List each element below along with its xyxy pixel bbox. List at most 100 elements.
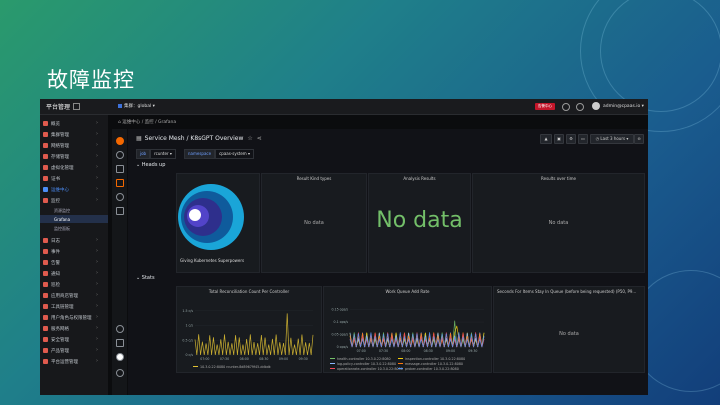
- chevron-right-icon: ›: [96, 325, 98, 331]
- workqueue-panel: Work Queue Add Rate 0 ops/s 0.05 ops/s 0.1…: [323, 286, 492, 373]
- avatar[interactable]: [592, 102, 600, 110]
- add-panel-button[interactable]: ▲: [540, 134, 552, 144]
- chevron-right-icon: ›: [96, 237, 98, 243]
- y-tick-label: 0.05 ops/s: [332, 333, 349, 337]
- app-grid-icon[interactable]: [73, 103, 81, 110]
- breadcrumb-text: 运维中心 / 监控 / Grafana: [122, 120, 177, 125]
- sidebar-item-label: 监控: [51, 198, 60, 204]
- sidebar-item-label: 网络管理: [51, 143, 69, 149]
- sidebar-item[interactable]: 用户角色与权限管理 ›: [40, 312, 108, 322]
- sidebar-item[interactable]: 日志 ›: [40, 235, 108, 245]
- chevron-right-icon: ›: [96, 197, 98, 203]
- sidebar-item[interactable]: 巡检 ›: [40, 279, 108, 289]
- menu-icon: [43, 281, 48, 287]
- cluster-selector[interactable]: 集群：global ▾: [118, 103, 155, 109]
- sidebar-item[interactable]: 应用商店管理 ›: [40, 290, 108, 300]
- sidebar-subitem[interactable]: 监控面板: [40, 224, 108, 232]
- alert-badge[interactable]: 告警中心: [535, 103, 555, 110]
- sidebar-item[interactable]: 事件 ›: [40, 246, 108, 256]
- menu-icon: [43, 347, 48, 353]
- dashboard: ▦ Service Mesh / K8sGPT Overview ☆ ⋖ ▲ ▣ ⚙ …: [128, 129, 648, 395]
- y-tick-label: 0.5 c/s: [182, 338, 193, 342]
- breadcrumb: ⌂ 运维中心 / 监控 / Grafana: [118, 120, 177, 125]
- shield-icon[interactable]: [116, 339, 124, 347]
- share-icon[interactable]: ⋖: [257, 135, 262, 142]
- brand[interactable]: 平台管理: [46, 102, 81, 111]
- user-icon[interactable]: [116, 353, 124, 361]
- time-range-picker[interactable]: ◷ Last 3 hours ▾: [590, 134, 634, 144]
- bell-icon[interactable]: [116, 207, 124, 215]
- user-menu[interactable]: admin@cpaas.io ▾: [603, 104, 644, 109]
- variable-job[interactable]: job rcunter ▾: [136, 149, 176, 159]
- menu-icon: [43, 153, 48, 159]
- legend-label: prober-controller 10.3.0.22:8080: [405, 367, 459, 371]
- sidebar-item[interactable]: 虚拟化管理 ›: [40, 162, 108, 172]
- sidebar-subitem[interactable]: 资源监控: [40, 206, 108, 214]
- star-icon[interactable]: [116, 165, 124, 173]
- results-over-time-nodata: No data: [548, 220, 569, 226]
- sidebar-item[interactable]: 工具链管理 ›: [40, 301, 108, 311]
- sidebar-item-label: 集群管理: [51, 132, 69, 138]
- dashboards-icon[interactable]: [116, 179, 124, 187]
- sidebar-item[interactable]: 产品管理 ›: [40, 345, 108, 355]
- settings-button[interactable]: ⚙: [566, 134, 576, 144]
- menu-icon: [43, 303, 48, 309]
- workqueue-legend-item[interactable]: health-controller 10.3.0.22:8080: [330, 357, 391, 361]
- save-button[interactable]: ▣: [554, 134, 564, 144]
- sidebar-item[interactable]: 服务网格 ›: [40, 323, 108, 333]
- workqueue-legend-item[interactable]: inspection-controller 10.3.0.22:8080: [398, 357, 465, 361]
- explore-icon[interactable]: [116, 193, 124, 201]
- menu-icon: [43, 120, 48, 126]
- k8sgpt-logo-icon: [178, 184, 244, 250]
- sidebar-item[interactable]: 运维中心 ›: [40, 184, 108, 194]
- reconcile-legend-item[interactable]: 10.3.0.22:8080 rcunter-8d89679f45-ddbdk: [193, 365, 271, 369]
- sidebar-item[interactable]: 集群管理 ›: [40, 129, 108, 139]
- star-icon[interactable]: ☆: [247, 135, 252, 142]
- sidebar-item[interactable]: 告警 ›: [40, 257, 108, 267]
- zoom-out-button[interactable]: ⊖: [634, 134, 644, 144]
- sidebar-item[interactable]: 监控 ›: [40, 195, 108, 205]
- variable-namespace[interactable]: namespace cpaas-system ▾: [184, 149, 254, 159]
- x-tick-label: 08:30: [424, 349, 433, 353]
- workqueue-legend-item[interactable]: operationrate-controller 10.3.0.22:8080: [330, 367, 403, 371]
- sidebar-item[interactable]: 网络管理 ›: [40, 140, 108, 150]
- monitor-button[interactable]: ▭: [578, 134, 588, 144]
- workqueue-legend-item[interactable]: log-policy-controller 10.3.0.22:8080: [330, 362, 396, 366]
- gear-icon[interactable]: [116, 325, 124, 333]
- workqueue-legend-item[interactable]: message-controller 10.3.0.22:8080: [398, 362, 463, 366]
- sidebar-item-label: 存储管理: [51, 154, 69, 160]
- sidebar-item[interactable]: 概览 ›: [40, 118, 108, 128]
- sidebar-item[interactable]: 存储管理 ›: [40, 151, 108, 161]
- row-stats[interactable]: ⌄ Stats: [136, 275, 155, 281]
- sidebar-item-label: 日志: [51, 238, 60, 244]
- sidebar-item[interactable]: 安全管理 ›: [40, 334, 108, 344]
- x-tick-label: 09:00: [279, 357, 288, 361]
- menu-icon: [43, 259, 48, 265]
- sidebar-item[interactable]: 通知 ›: [40, 268, 108, 278]
- variable-job-value[interactable]: rcunter ▾: [150, 149, 176, 159]
- grafana-logo-icon[interactable]: [116, 137, 124, 145]
- chevron-right-icon: ›: [96, 336, 98, 342]
- sidebar-subitem[interactable]: Grafana: [40, 215, 108, 223]
- search-icon[interactable]: [116, 151, 124, 159]
- variable-job-key: job: [136, 149, 151, 159]
- dashboard-title[interactable]: ▦ Service Mesh / K8sGPT Overview ☆ ⋖: [136, 135, 262, 142]
- chevron-right-icon: ›: [96, 164, 98, 170]
- sidebar-item[interactable]: 平台运营管理 ›: [40, 356, 108, 366]
- screenshot: 平台管理 集群：global ▾ 告警中心 admin@cpaas.io ▾ 概…: [40, 99, 648, 395]
- result-kind-title: Result Kind types: [296, 176, 332, 181]
- settings-icon[interactable]: [576, 103, 584, 111]
- menu-icon: [43, 314, 48, 320]
- chevron-right-icon: ›: [96, 120, 98, 126]
- row-heads-up[interactable]: ⌄ Heads up: [136, 162, 165, 168]
- cluster-icon: [118, 104, 122, 108]
- help-icon[interactable]: [116, 369, 124, 377]
- sidebar-item[interactable]: 证书 ›: [40, 173, 108, 183]
- legend-label: operationrate-controller 10.3.0.22:8080: [337, 367, 403, 371]
- legend-label: log-policy-controller 10.3.0.22:8080: [337, 362, 397, 366]
- workqueue-legend-item[interactable]: prober-controller 10.3.0.22:8080: [398, 367, 459, 371]
- menu-icon: [43, 197, 48, 203]
- variable-namespace-value[interactable]: cpaas-system ▾: [215, 149, 254, 159]
- x-tick-label: 08:30: [259, 357, 268, 361]
- help-icon[interactable]: [562, 103, 570, 111]
